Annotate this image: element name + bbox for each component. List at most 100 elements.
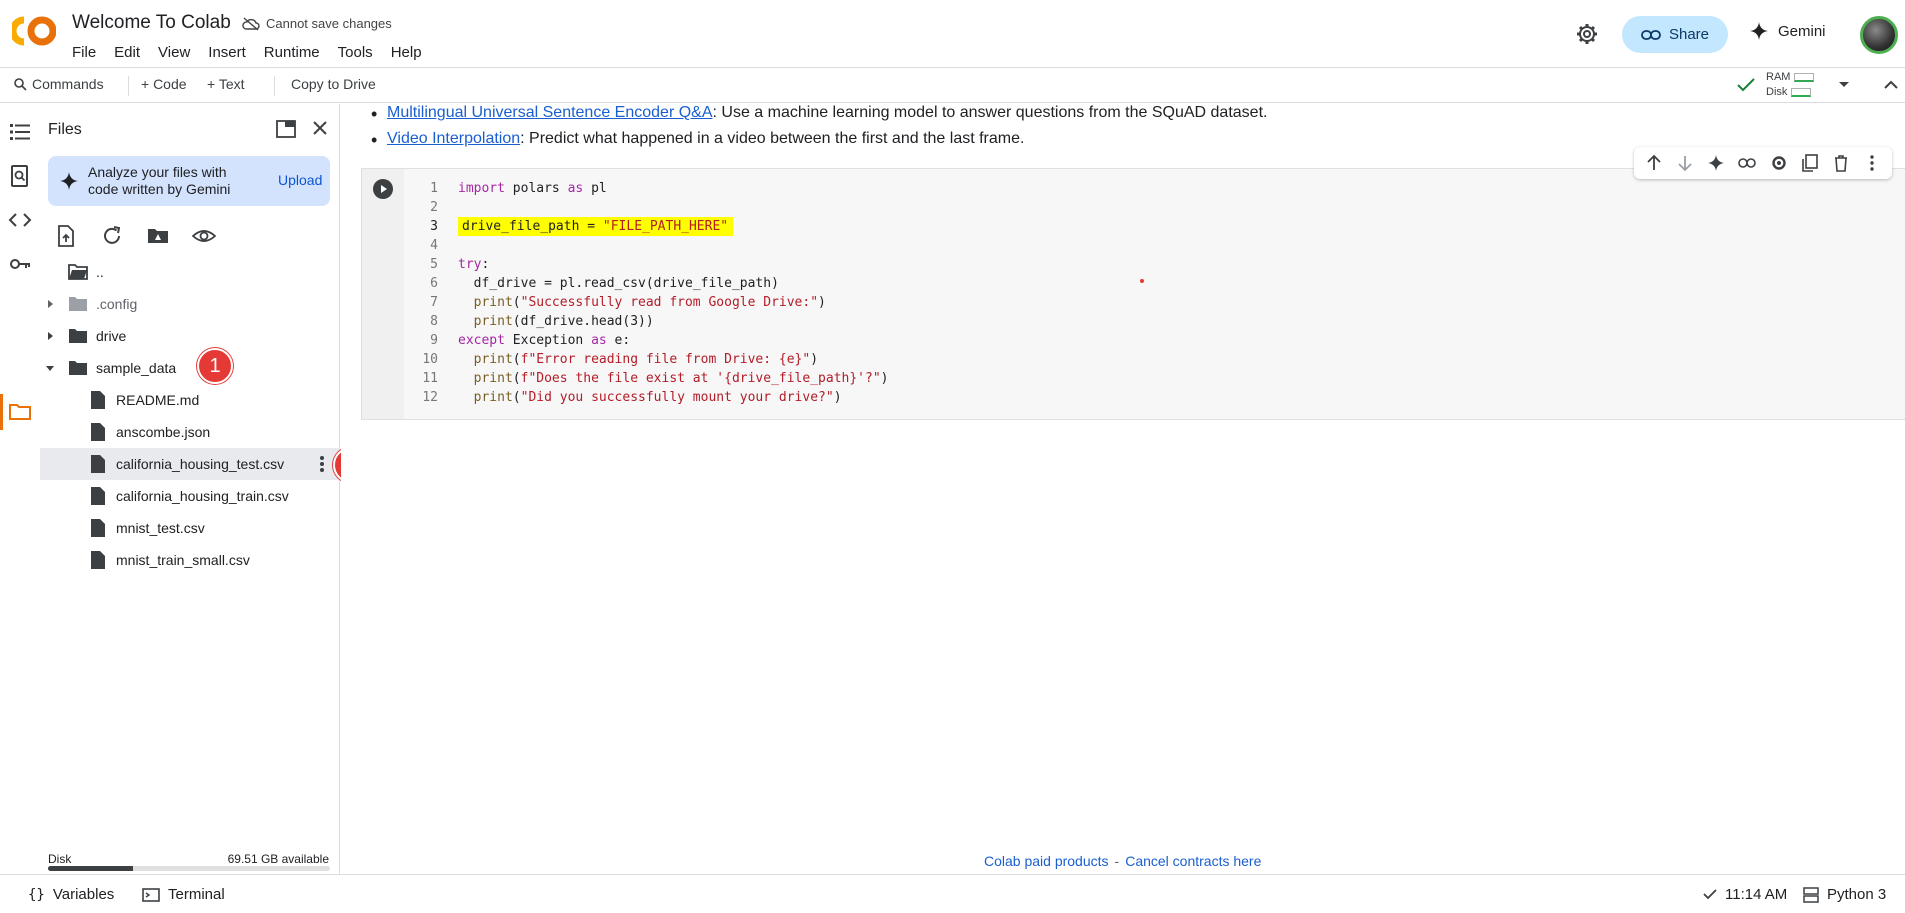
execution-status[interactable]: 11:14 AM [1703,886,1787,903]
text-cell-bullet: Multilingual Universal Sentence Encoder … [371,104,1267,125]
tree-item-parent[interactable]: .. [40,256,340,288]
link-icon[interactable] [1738,154,1757,172]
code-editor[interactable]: 1 import polars as pl 2 3 drive_file_path … [404,179,888,407]
tree-item-housing-train[interactable]: california_housing_train.csv [40,480,340,512]
ram-bar [1794,72,1815,82]
folder-icon[interactable] [8,400,32,424]
line-number: 4 [430,238,438,253]
add-code-button[interactable]: + Code [141,76,187,92]
code-cell[interactable]: 1 import polars as pl 2 3 drive_file_path … [361,168,1905,420]
file-actions [54,224,216,248]
gemini-sparkle-icon [1750,22,1768,40]
open-in-tab-icon[interactable] [276,120,296,138]
chevron-down-icon[interactable] [1838,81,1850,89]
upload-file-icon[interactable] [54,224,78,248]
variables-button[interactable]: {} Variables [28,886,114,903]
tree-item-mnist-test[interactable]: mnist_test.csv [40,512,340,544]
menu-file[interactable]: File [72,42,106,63]
terminal-button[interactable]: Terminal [142,886,225,903]
menu-help[interactable]: Help [391,42,432,63]
arrow-down-icon[interactable] [1676,154,1694,172]
tree-item-housing-test[interactable]: california_housing_test.csv [40,448,340,480]
cell-gutter [362,169,404,419]
server-icon [1803,886,1819,903]
menu-edit[interactable]: Edit [114,42,150,63]
gemini-sparkle-icon [60,172,78,190]
tree-item-readme[interactable]: README.md [40,384,340,416]
run-cell-button[interactable] [373,179,393,199]
tree-item-mnist-train-small[interactable]: mnist_train_small.csv [40,544,340,576]
chevron-up-icon[interactable] [1884,80,1898,90]
link-video-interpolation[interactable]: Video Interpolation [387,130,520,147]
arrow-up-icon[interactable] [1645,154,1663,172]
close-icon[interactable] [312,120,328,136]
resource-meter[interactable]: RAM Disk [1766,70,1815,100]
tree-item-sample-data[interactable]: sample_data [40,352,340,384]
files-panel-title: Files [48,121,82,138]
delete-icon[interactable] [1832,154,1850,172]
more-vert-icon[interactable] [312,454,332,474]
file-icon [91,519,105,537]
colab-logo-icon[interactable] [12,14,56,48]
tree-item-label: README.md [116,392,200,408]
caret-right-icon[interactable] [45,331,55,341]
share-button[interactable]: Share [1622,16,1728,53]
connected-check-icon[interactable] [1737,78,1755,92]
cancel-contracts-link[interactable]: Cancel contracts here [1125,853,1261,869]
tree-item-config[interactable]: .config [40,288,340,320]
commands-button[interactable]: Commands [14,76,104,92]
avatar[interactable] [1860,16,1898,54]
code-snippets-icon[interactable] [8,208,32,232]
link-icon [1641,29,1661,40]
line-number: 7 [430,295,438,310]
play-icon [381,185,387,193]
mirror-cell-icon[interactable] [1801,154,1819,172]
paid-products-link[interactable]: Colab paid products [984,853,1109,869]
more-vert-icon[interactable] [1863,154,1881,172]
tree-item-drive[interactable]: drive [40,320,340,352]
gear-icon[interactable] [1770,154,1788,172]
show-hidden-icon[interactable] [192,224,216,248]
colab-window: Welcome To Colab Cannot save changes Fil… [0,0,1905,913]
menu-insert[interactable]: Insert [208,42,256,63]
notebook-title[interactable]: Welcome To Colab [72,12,231,34]
upload-button[interactable]: Upload [278,172,322,188]
caret-right-icon[interactable] [45,299,55,309]
menu-view[interactable]: View [158,42,200,63]
runtime-button[interactable]: Python 3 [1803,886,1886,903]
copy-to-drive-button[interactable]: Copy to Drive [291,76,376,92]
key-icon[interactable] [8,252,32,276]
refresh-icon[interactable] [100,224,124,248]
variables-label: Variables [52,886,115,903]
tree-item-label: anscombe.json [116,424,211,440]
table-of-contents-icon[interactable] [8,120,32,144]
tree-item-anscombe[interactable]: anscombe.json [40,416,340,448]
tree-item-label: mnist_train_small.csv [116,552,250,568]
mount-drive-icon[interactable] [146,224,170,248]
code-line: 9 except Exception as e: [404,331,888,350]
disk-available: 69.51 GB available [227,852,329,866]
gemini-sparkle-icon[interactable] [1707,154,1725,172]
tree-item-label: california_housing_test.csv [116,456,285,472]
terminal-icon [142,887,160,902]
gear-icon[interactable] [1575,22,1599,46]
code-line: 3 drive_file_path = "FILE_PATH_HERE" [404,217,888,236]
line-number: 2 [430,200,438,215]
menu-tools[interactable]: Tools [338,42,383,63]
gemini-button[interactable]: Gemini [1750,22,1826,40]
line-number: 6 [430,276,438,291]
tree-item-label: sample_data [96,360,177,376]
ram-label: RAM [1766,71,1791,83]
tree-item-label: california_housing_train.csv [116,488,289,504]
add-text-button[interactable]: + Text [207,76,245,92]
disk-usage-bar [48,866,330,871]
code-line: 1 import polars as pl [404,179,888,198]
menu-runtime[interactable]: Runtime [264,42,330,63]
code-line: 7 print("Successfully read from Google D… [404,293,888,312]
file-icon [91,487,105,505]
gemini-label: Gemini [1778,22,1826,40]
find-replace-icon[interactable] [8,164,32,188]
link-sentence-encoder[interactable]: Multilingual Universal Sentence Encoder … [387,104,713,121]
menubar: File Edit View Insert Runtime Tools Help [72,42,440,63]
caret-down-icon[interactable] [45,363,55,373]
